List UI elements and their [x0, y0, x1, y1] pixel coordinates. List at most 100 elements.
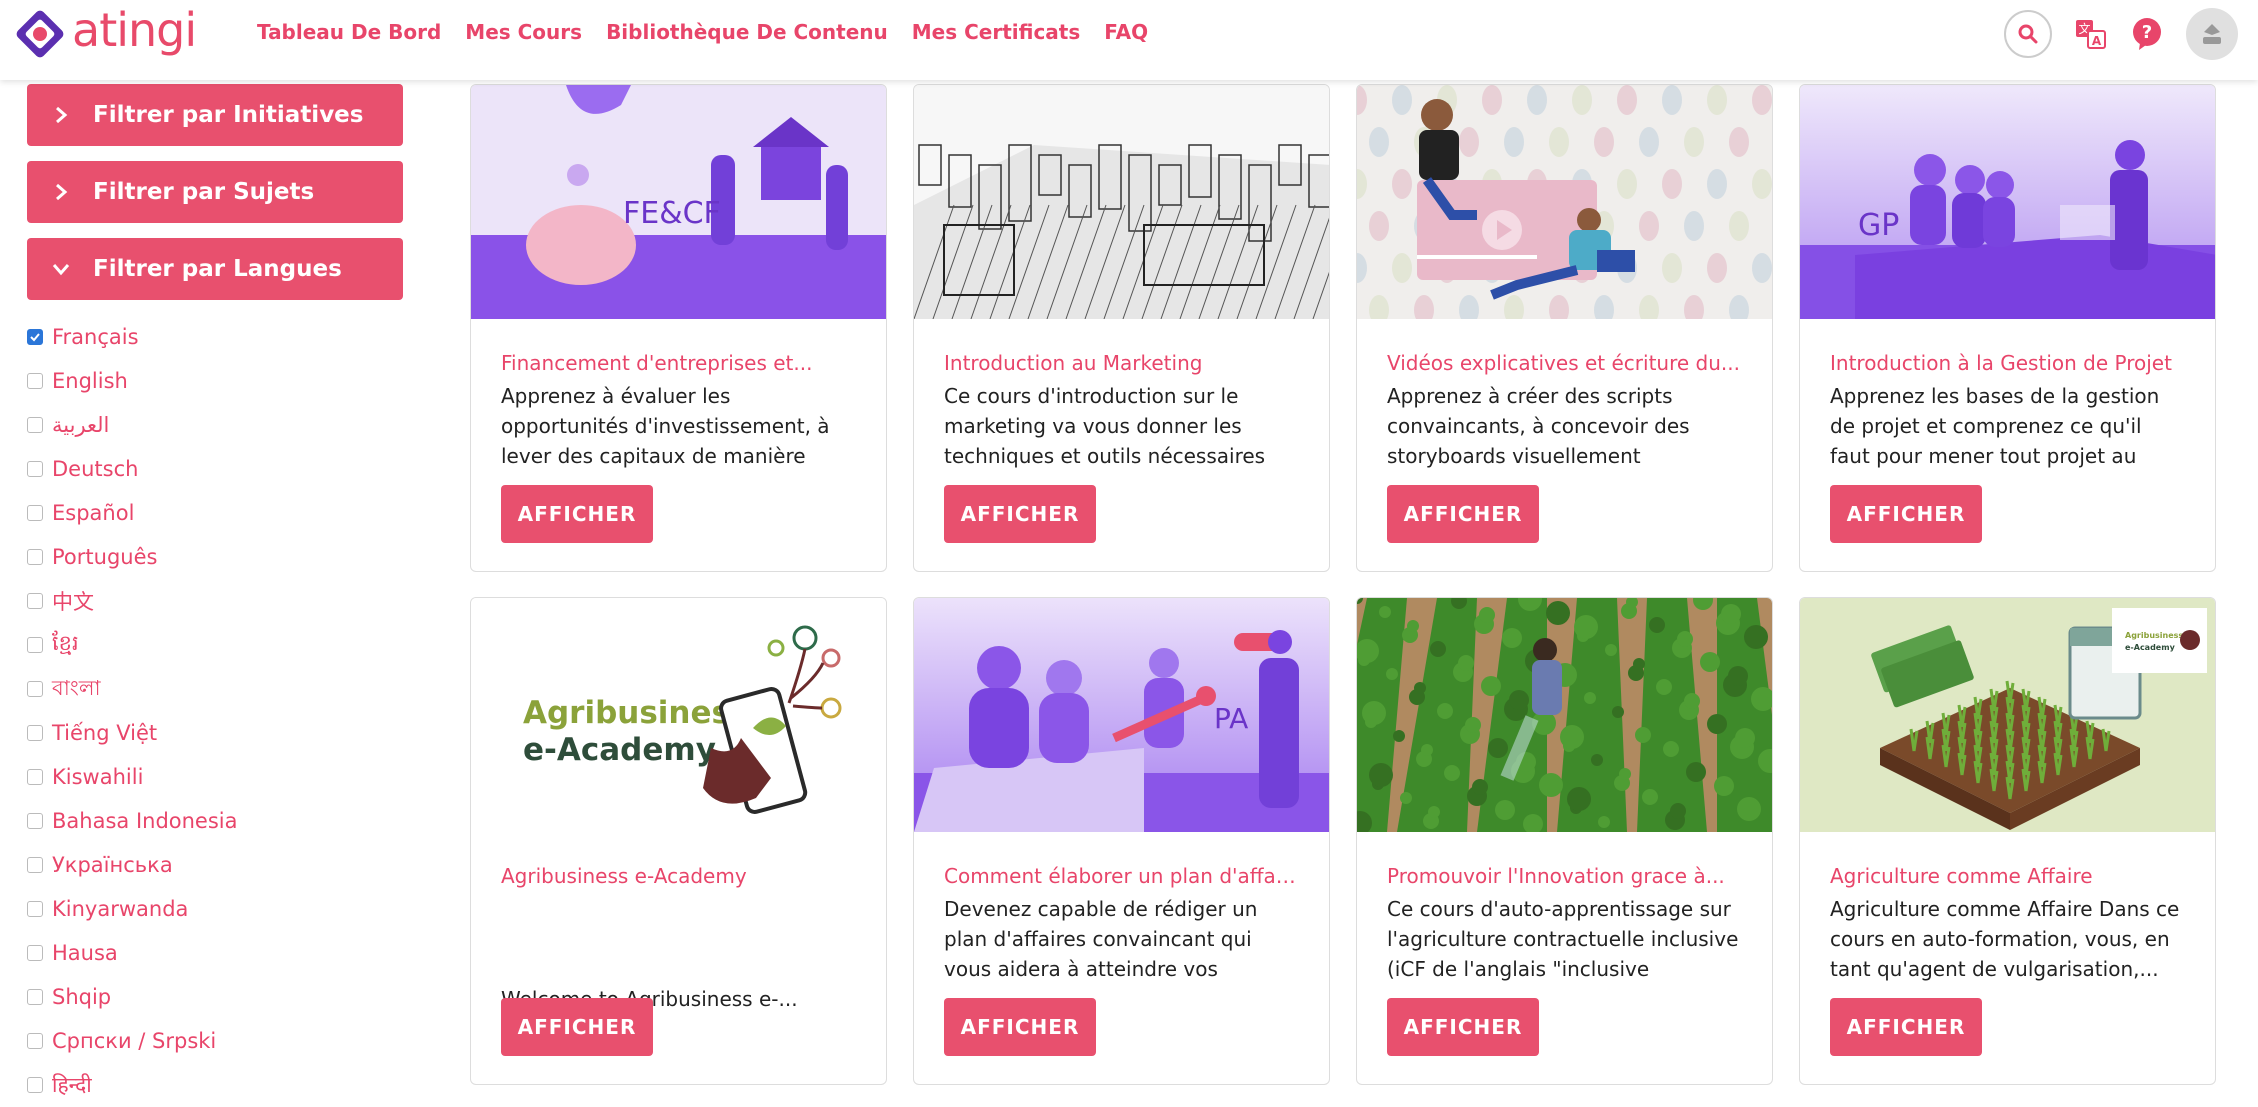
course-image[interactable]: FE&CF [471, 85, 886, 319]
nav-content-library[interactable]: Bibliothèque De Contenu [606, 20, 888, 44]
language-option[interactable]: Tiếng Việt [27, 711, 403, 755]
view-course-button[interactable]: AFFICHER [501, 485, 653, 543]
nav-faq[interactable]: FAQ [1104, 20, 1148, 44]
language-label: ខ្មែរ [52, 630, 79, 655]
filter-subjects-label: Filtrer par Sujets [93, 179, 315, 205]
language-option[interactable]: العربية [27, 403, 403, 447]
language-checkbox[interactable] [27, 417, 43, 433]
language-checkbox[interactable] [27, 505, 43, 521]
user-icon [2203, 24, 2221, 44]
view-course-button[interactable]: AFFICHER [1830, 998, 1982, 1056]
language-checkbox[interactable] [27, 945, 43, 961]
search-button[interactable] [2004, 10, 2052, 58]
language-option[interactable]: ខ្មែរ [27, 623, 403, 667]
nav-my-courses[interactable]: Mes Cours [465, 20, 582, 44]
course-title[interactable]: Introduction à la Gestion de Projet [1830, 351, 2185, 375]
language-checkbox[interactable] [27, 681, 43, 697]
language-checkbox[interactable] [27, 1077, 43, 1093]
view-course-button[interactable]: AFFICHER [1387, 998, 1539, 1056]
course-card[interactable]: Vidéos explicatives et écriture du... App… [1356, 84, 1773, 572]
language-option[interactable]: हिन्दी [27, 1063, 403, 1107]
course-image[interactable] [1357, 85, 1772, 319]
course-image[interactable] [1357, 598, 1772, 832]
language-option[interactable]: Français [27, 315, 403, 359]
check-icon [30, 333, 40, 342]
help-icon[interactable]: ? [2130, 17, 2164, 51]
svg-text:e-Academy: e-Academy [523, 732, 716, 768]
filter-subjects-button[interactable]: Filtrer par Sujets [27, 161, 403, 223]
nav-dashboard[interactable]: Tableau De Bord [257, 20, 441, 44]
course-image[interactable]: Agribusiness e-Academy [471, 598, 886, 832]
course-image[interactable]: PA [914, 598, 1329, 832]
language-option[interactable]: Українська [27, 843, 403, 887]
language-option[interactable]: Kinyarwanda [27, 887, 403, 931]
language-option[interactable]: বাংলা [27, 667, 403, 711]
course-card[interactable]: Promouvoir l'Innovation grace à... Ce cou… [1356, 597, 1773, 1085]
course-image[interactable]: Agribusiness e-Academy [1800, 598, 2215, 832]
language-checkbox[interactable] [27, 549, 43, 565]
language-option[interactable]: 中文 [27, 579, 403, 623]
language-checkbox[interactable] [27, 1033, 43, 1049]
view-course-button[interactable]: AFFICHER [501, 998, 653, 1056]
course-card[interactable]: Agribusiness e-Academy Agriculture comme A… [1799, 597, 2216, 1085]
language-label: বাংলা [52, 675, 101, 700]
course-title[interactable]: Vidéos explicatives et écriture du... [1387, 351, 1742, 375]
view-course-button[interactable]: AFFICHER [944, 485, 1096, 543]
language-label: Français [52, 325, 139, 349]
language-label: Español [52, 501, 135, 525]
language-checkbox[interactable] [27, 813, 43, 829]
course-title[interactable]: Introduction au Marketing [944, 351, 1299, 375]
language-checkbox[interactable] [27, 593, 43, 609]
language-label: Tiếng Việt [52, 721, 158, 745]
filter-languages-button[interactable]: Filtrer par Langues [27, 238, 403, 300]
language-label: हिन्दी [52, 1073, 92, 1097]
course-card[interactable]: PA Comment élaborer un plan d'affaires Dev… [913, 597, 1330, 1085]
course-description: Ce cours d'auto-apprentissage sur l'agri… [1387, 897, 1739, 981]
course-title[interactable]: Agribusiness e-Academy [501, 864, 856, 888]
user-avatar[interactable] [2186, 8, 2238, 60]
language-option[interactable]: Português [27, 535, 403, 579]
course-card[interactable]: FE&CF Financement d'entreprises et... Appr… [470, 84, 887, 572]
language-label: English [52, 369, 128, 393]
course-title[interactable]: Financement d'entreprises et... [501, 351, 856, 375]
svg-text:?: ? [2142, 22, 2152, 43]
course-title[interactable]: Promouvoir l'Innovation grace à... [1387, 864, 1742, 888]
language-checkbox[interactable] [27, 857, 43, 873]
language-option[interactable]: Shqip [27, 975, 403, 1019]
language-checkbox[interactable] [27, 637, 43, 653]
course-card[interactable]: GP Introduction à la Gestion de Projet App… [1799, 84, 2216, 572]
language-checkbox[interactable] [27, 373, 43, 389]
language-option[interactable]: Bahasa Indonesia [27, 799, 403, 843]
course-card[interactable]: Agribusiness e-Academy Agribusiness e-Acad… [470, 597, 887, 1085]
course-card[interactable]: Introduction au Marketing Ce cours d'intr… [913, 84, 1330, 572]
atingi-logo[interactable]: atingi [14, 7, 197, 60]
filter-initiatives-button[interactable]: Filtrer par Initiatives [27, 84, 403, 146]
view-course-button[interactable]: AFFICHER [944, 998, 1096, 1056]
language-option[interactable]: Deutsch [27, 447, 403, 491]
svg-text:GP: GP [1858, 208, 1899, 243]
language-checkbox[interactable] [27, 901, 43, 917]
language-label: Hausa [52, 941, 118, 965]
language-checkbox[interactable] [27, 989, 43, 1005]
course-image[interactable] [914, 85, 1329, 319]
view-course-button[interactable]: AFFICHER [1387, 485, 1539, 543]
language-list: Français English العربية Deutsch Español Port… [27, 315, 403, 1107]
language-option[interactable]: Kiswahili [27, 755, 403, 799]
language-option[interactable]: Hausa [27, 931, 403, 975]
course-title[interactable]: Comment élaborer un plan d'affaires [944, 864, 1299, 888]
translate-icon[interactable]: 文 A [2074, 17, 2108, 51]
course-image[interactable]: GP [1800, 85, 2215, 319]
nav-my-certificates[interactable]: Mes Certificats [912, 20, 1081, 44]
language-label: Українська [52, 853, 173, 877]
language-label: العربية [52, 413, 110, 437]
svg-text:e-Academy: e-Academy [2125, 643, 2176, 652]
language-option[interactable]: Српски / Srpski [27, 1019, 403, 1063]
course-title[interactable]: Agriculture comme Affaire [1830, 864, 2185, 888]
language-checkbox[interactable] [27, 725, 43, 741]
language-checkbox[interactable] [27, 329, 43, 345]
language-checkbox[interactable] [27, 461, 43, 477]
language-option[interactable]: Español [27, 491, 403, 535]
language-checkbox[interactable] [27, 769, 43, 785]
view-course-button[interactable]: AFFICHER [1830, 485, 1982, 543]
language-option[interactable]: English [27, 359, 403, 403]
